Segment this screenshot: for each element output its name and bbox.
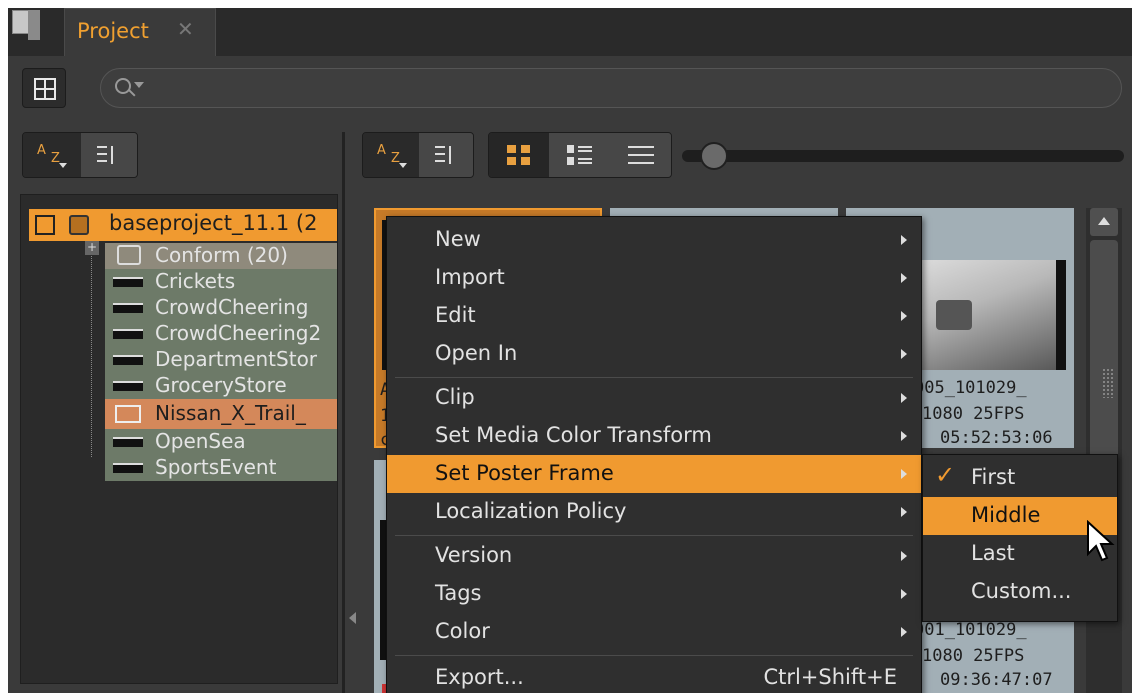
menu-item-new[interactable]: New [387,221,921,259]
tree-item-crickets[interactable]: Crickets [105,269,337,295]
menu-item-localization-policy[interactable]: Localization Policy [387,493,921,531]
clip-icon [113,329,143,339]
tab-bar: Project ✕ [8,8,1132,56]
submenu-item-first[interactable]: ✓ First [923,459,1117,497]
menu-item-export[interactable]: Export... Ctrl+Shift+E [387,659,921,693]
submenu-arrow-icon [901,349,907,359]
sort-alpha-button-right[interactable]: A Z [363,133,419,177]
submenu-arrow-icon [901,311,907,321]
submenu-arrow-icon [901,589,907,599]
submenu-arrow-icon [901,235,907,245]
submenu-arrow-icon [901,273,907,283]
tree-item-crowdcheering2[interactable]: CrowdCheering2 [105,321,337,347]
menu-item-edit[interactable]: Edit [387,297,921,335]
tree-item-crowdcheering[interactable]: CrowdCheering [105,295,337,321]
menu-item-color[interactable]: Color [387,613,921,651]
sort-order-button-right[interactable] [419,133,473,177]
view-mode-group [488,132,672,178]
shortcut-label: Ctrl+Shift+E [763,665,897,689]
thumbnail-view-icon [507,145,531,165]
menu-item-import[interactable]: Import [387,259,921,297]
sort-order-button[interactable] [81,133,137,177]
tree-item-grocerystore[interactable]: GroceryStore [105,373,337,399]
list-view-icon [628,145,654,165]
view-details-button[interactable] [549,133,611,177]
chevron-down-icon [134,82,144,88]
checkmark-icon: ✓ [935,461,956,489]
sort-alpha-button[interactable]: A Z [23,133,81,177]
clip-icon [113,437,143,447]
scroll-up-button[interactable] [1090,208,1118,236]
mouse-cursor-icon [1087,520,1115,562]
thumbnail-size-slider[interactable] [682,150,1124,162]
expand-icon[interactable]: + [85,241,99,255]
collapse-arrow-icon[interactable] [349,612,356,624]
menu-separator [395,655,913,656]
resize-grip-icon[interactable] [1102,368,1114,398]
menu-item-set-poster-frame[interactable]: Set Poster Frame [387,455,921,493]
tree-item-sportsevent[interactable]: SportsEvent [105,455,337,481]
clip-icon [113,303,143,313]
submenu-arrow-icon [901,627,907,637]
tree-item-conform[interactable]: Conform (20) [105,243,337,269]
panel-divider[interactable] [342,132,345,693]
tab-project[interactable]: Project ✕ [64,8,216,56]
menu-separator [395,377,913,378]
search-icon [115,78,131,94]
tab-title: Project [77,19,149,43]
bin-tree: baseproject_11.1 (2 + Conform (20) Crick… [20,194,338,684]
window-handle-icon[interactable] [8,8,54,56]
submenu-arrow-icon [901,431,907,441]
tree-item-departmentstore[interactable]: DepartmentStor [105,347,337,373]
view-thumbnail-button[interactable] [489,133,549,177]
view-list-button[interactable] [611,133,671,177]
right-sort-group: A Z [362,132,474,178]
search-input[interactable] [100,68,1122,108]
grid-icon [34,78,56,100]
project-icon [69,215,89,235]
menu-item-clip[interactable]: Clip [387,379,921,417]
sort-alpha-icon: A [377,143,386,158]
submenu-item-custom[interactable]: Custom... [923,573,1117,611]
clip-icon [113,277,143,287]
menu-item-open-in[interactable]: Open In [387,335,921,373]
context-menu: New Import Edit Open In Clip Set Media C… [386,216,922,693]
layout-toggle-button[interactable] [22,68,66,108]
submenu-arrow-icon [901,393,907,403]
slider-handle[interactable] [700,142,728,170]
menu-item-set-media-color-transform[interactable]: Set Media Color Transform [387,417,921,455]
submenu-arrow-icon [901,507,907,517]
details-view-icon [567,145,593,165]
tree-root-item[interactable]: baseproject_11.1 (2 [29,209,337,241]
clip-icon [113,381,143,391]
collapse-icon[interactable] [35,215,55,235]
sort-order-icon [435,146,455,164]
project-window: Project ✕ A Z A Z baseproject_11.1 (2 + … [8,8,1132,693]
tree-item-nissan[interactable]: Nissan_X_Trail_ [105,399,337,429]
sort-alpha-icon: A [37,143,46,158]
tree-item-opensea[interactable]: OpenSea [105,429,337,455]
menu-separator [395,535,913,536]
tree-root-label: baseproject_11.1 (2 [109,211,318,235]
close-icon[interactable]: ✕ [177,17,194,41]
sequence-icon [115,405,141,423]
menu-item-version[interactable]: Version [387,537,921,575]
sort-order-icon [97,146,117,164]
clip-icon [113,463,143,473]
submenu-arrow-icon [901,551,907,561]
submenu-arrow-icon [901,469,907,479]
menu-item-tags[interactable]: Tags [387,575,921,613]
clip-icon [113,355,143,365]
bin-icon [117,245,141,265]
left-sort-group: A Z [22,132,138,178]
